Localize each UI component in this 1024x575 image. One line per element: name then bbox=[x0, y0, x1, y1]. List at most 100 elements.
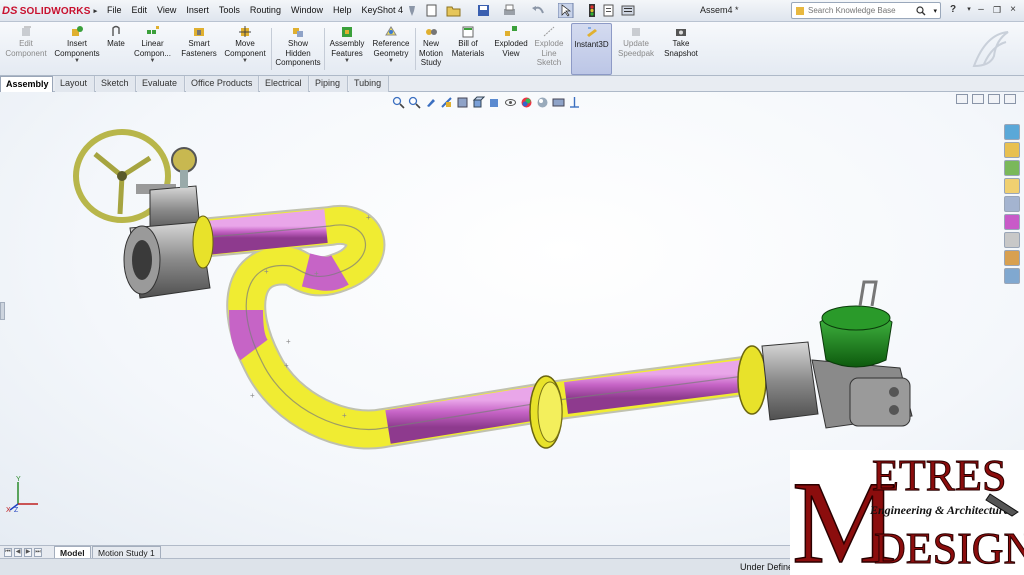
actuator-yoke bbox=[858, 280, 878, 307]
tab-piping[interactable]: Piping bbox=[310, 76, 348, 92]
select-cursor-icon[interactable] bbox=[558, 3, 574, 18]
speedpak-icon bbox=[632, 28, 640, 36]
menu-keyshot[interactable]: KeyShot 4 bbox=[356, 3, 408, 17]
undo-icon[interactable] bbox=[530, 3, 546, 18]
solidworks-logo[interactable]: DS SOLIDWORKS ▸ bbox=[2, 2, 97, 20]
next-tab-icon[interactable]: ▶ bbox=[24, 548, 32, 557]
reference-geometry-button[interactable]: Reference Geometry ▼ bbox=[369, 25, 413, 73]
bom-icon bbox=[462, 26, 474, 38]
take-snapshot-button[interactable]: Take Snapshot bbox=[661, 25, 701, 73]
file-properties-icon[interactable] bbox=[601, 3, 617, 18]
minimize-icon[interactable]: – bbox=[974, 4, 988, 16]
new-document-icon[interactable] bbox=[424, 3, 440, 18]
tab-evaluate[interactable]: Evaluate bbox=[137, 76, 185, 92]
assembly-features-button[interactable]: Assembly Features ▼ bbox=[327, 25, 367, 73]
move-component-button[interactable]: Move Component ▼ bbox=[222, 25, 268, 73]
bill-of-materials-button[interactable]: Bill of Materials bbox=[448, 25, 488, 73]
insert-components-label: Insert Components bbox=[54, 39, 100, 58]
linear-pattern-icon bbox=[146, 26, 159, 34]
menu-edit[interactable]: Edit bbox=[127, 3, 153, 17]
linear-component-pattern-button[interactable]: Linear Compon... ▼ bbox=[130, 25, 175, 73]
exploded-view-icon bbox=[505, 26, 517, 36]
tab-electrical[interactable]: Electrical bbox=[260, 76, 309, 92]
edit-component-label: Edit Component bbox=[5, 39, 47, 58]
tab-sketch[interactable]: Sketch bbox=[96, 76, 136, 92]
tab-assembly[interactable]: Assembly bbox=[0, 76, 53, 92]
help-button[interactable]: ? bbox=[946, 4, 960, 16]
smart-fasteners-button[interactable]: Smart Fasteners bbox=[178, 25, 220, 73]
gate-valve-assembly[interactable] bbox=[73, 129, 214, 299]
mate-button[interactable]: Mate bbox=[104, 25, 128, 73]
new-motion-study-label: New Motion Study bbox=[418, 39, 443, 67]
search-input[interactable] bbox=[808, 6, 918, 15]
print-icon[interactable] bbox=[502, 3, 518, 18]
explode-line-sketch-button[interactable]: Explode Line Sketch bbox=[533, 25, 565, 73]
menu-tools[interactable]: Tools bbox=[214, 3, 245, 17]
chevron-down-icon[interactable]: ▼ bbox=[130, 58, 175, 64]
pin-icon[interactable] bbox=[404, 3, 420, 18]
assembly-features-icon bbox=[342, 27, 352, 37]
insert-components-button[interactable]: Insert Components ▼ bbox=[52, 25, 102, 73]
chevron-down-icon[interactable]: ▼ bbox=[327, 58, 367, 64]
xyz-triad-icon: Y X Z bbox=[6, 476, 38, 514]
control-valve-body bbox=[761, 341, 819, 421]
paperclip-icon bbox=[112, 25, 120, 36]
logo-design: DESIGN bbox=[874, 524, 1024, 573]
search-dropdown-icon[interactable]: ▾ bbox=[933, 7, 937, 15]
svg-text:+: + bbox=[286, 337, 291, 346]
svg-text:Z: Z bbox=[14, 507, 19, 514]
menu-window[interactable]: Window bbox=[286, 3, 328, 17]
ds-logo-mark: DS bbox=[2, 5, 18, 17]
edit-component-icon bbox=[22, 26, 31, 36]
first-tab-icon[interactable]: ⏮ bbox=[4, 548, 12, 557]
close-icon[interactable]: × bbox=[1006, 4, 1020, 16]
instant3d-icon bbox=[586, 27, 597, 37]
chevron-down-icon[interactable]: ▼ bbox=[222, 58, 268, 64]
chevron-down-icon[interactable]: ▼ bbox=[369, 58, 413, 64]
prev-tab-icon[interactable]: ◀ bbox=[14, 548, 22, 557]
restore-icon[interactable]: ❐ bbox=[990, 4, 1004, 16]
svg-text:Y: Y bbox=[16, 476, 21, 483]
positioner[interactable] bbox=[849, 377, 911, 427]
menu-routing[interactable]: Routing bbox=[245, 3, 286, 17]
logo-expand-icon[interactable]: ▸ bbox=[94, 7, 98, 15]
traffic-light-icon[interactable] bbox=[584, 3, 600, 18]
new-motion-study-button[interactable]: New Motion Study bbox=[417, 25, 445, 73]
take-snapshot-label: Take Snapshot bbox=[664, 39, 698, 58]
save-icon[interactable] bbox=[476, 3, 492, 18]
pressure-gauge[interactable] bbox=[171, 147, 197, 173]
chevron-down-icon[interactable]: ▼ bbox=[52, 58, 102, 64]
last-tab-icon[interactable]: ⏭ bbox=[34, 548, 42, 557]
menu-file[interactable]: File bbox=[102, 3, 127, 17]
svg-text:+: + bbox=[366, 213, 371, 222]
exploded-view-button[interactable]: Exploded View bbox=[491, 25, 531, 73]
linear-component-label: Linear Compon... bbox=[134, 39, 171, 58]
edit-component-button[interactable]: Edit Component bbox=[2, 25, 50, 73]
motion-study-icon bbox=[426, 29, 437, 35]
toolbar-separator bbox=[415, 28, 416, 70]
bill-of-materials-label: Bill of Materials bbox=[451, 39, 485, 58]
update-speedpak-button[interactable]: Update Speedpak bbox=[617, 25, 655, 73]
logo-etres: ETRES bbox=[872, 451, 1006, 500]
valve-outlet-flange[interactable] bbox=[192, 215, 214, 269]
open-folder-icon[interactable] bbox=[446, 3, 462, 18]
show-hidden-components-button[interactable]: Show Hidden Components bbox=[274, 25, 322, 73]
tab-layout[interactable]: Layout bbox=[55, 76, 95, 92]
svg-text:+: + bbox=[250, 391, 255, 400]
search-icon[interactable] bbox=[916, 6, 926, 16]
svg-text:+: + bbox=[264, 267, 269, 276]
menu-help[interactable]: Help bbox=[328, 3, 357, 17]
tab-tubing[interactable]: Tubing bbox=[349, 76, 389, 92]
show-hidden-icon bbox=[293, 28, 303, 37]
instant3d-button[interactable]: Instant3D bbox=[571, 23, 612, 75]
search-box[interactable]: ▾ bbox=[791, 2, 941, 19]
menu-insert[interactable]: Insert bbox=[181, 3, 214, 17]
tab-office-products[interactable]: Office Products bbox=[186, 76, 259, 92]
middle-flange-face bbox=[537, 381, 563, 443]
explode-line-sketch-icon bbox=[543, 26, 555, 37]
control-valve-assembly[interactable] bbox=[737, 280, 913, 429]
right-flange[interactable] bbox=[737, 345, 767, 415]
menu-view[interactable]: View bbox=[152, 3, 181, 17]
mate-label: Mate bbox=[107, 39, 125, 48]
options-icon[interactable] bbox=[620, 3, 636, 18]
